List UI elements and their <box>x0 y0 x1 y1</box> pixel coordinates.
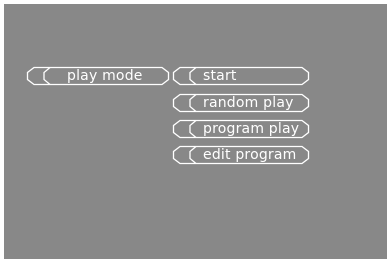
program-play-label: program play <box>203 121 300 137</box>
edit-program-menu-item[interactable]: edit program <box>172 145 310 165</box>
random-play-menu-item[interactable]: random play <box>172 93 310 113</box>
program-play-menu-item[interactable]: program play <box>172 119 310 139</box>
play-mode-menu-item[interactable]: play mode <box>26 66 170 86</box>
start-menu-item[interactable]: start <box>172 66 310 86</box>
osd-screen: play mode start random play program play… <box>4 4 387 259</box>
menu-item-frame <box>172 66 310 86</box>
play-mode-label: play mode <box>67 68 143 84</box>
random-play-label: random play <box>203 95 294 111</box>
start-label: start <box>203 68 237 84</box>
edit-program-label: edit program <box>203 147 297 163</box>
